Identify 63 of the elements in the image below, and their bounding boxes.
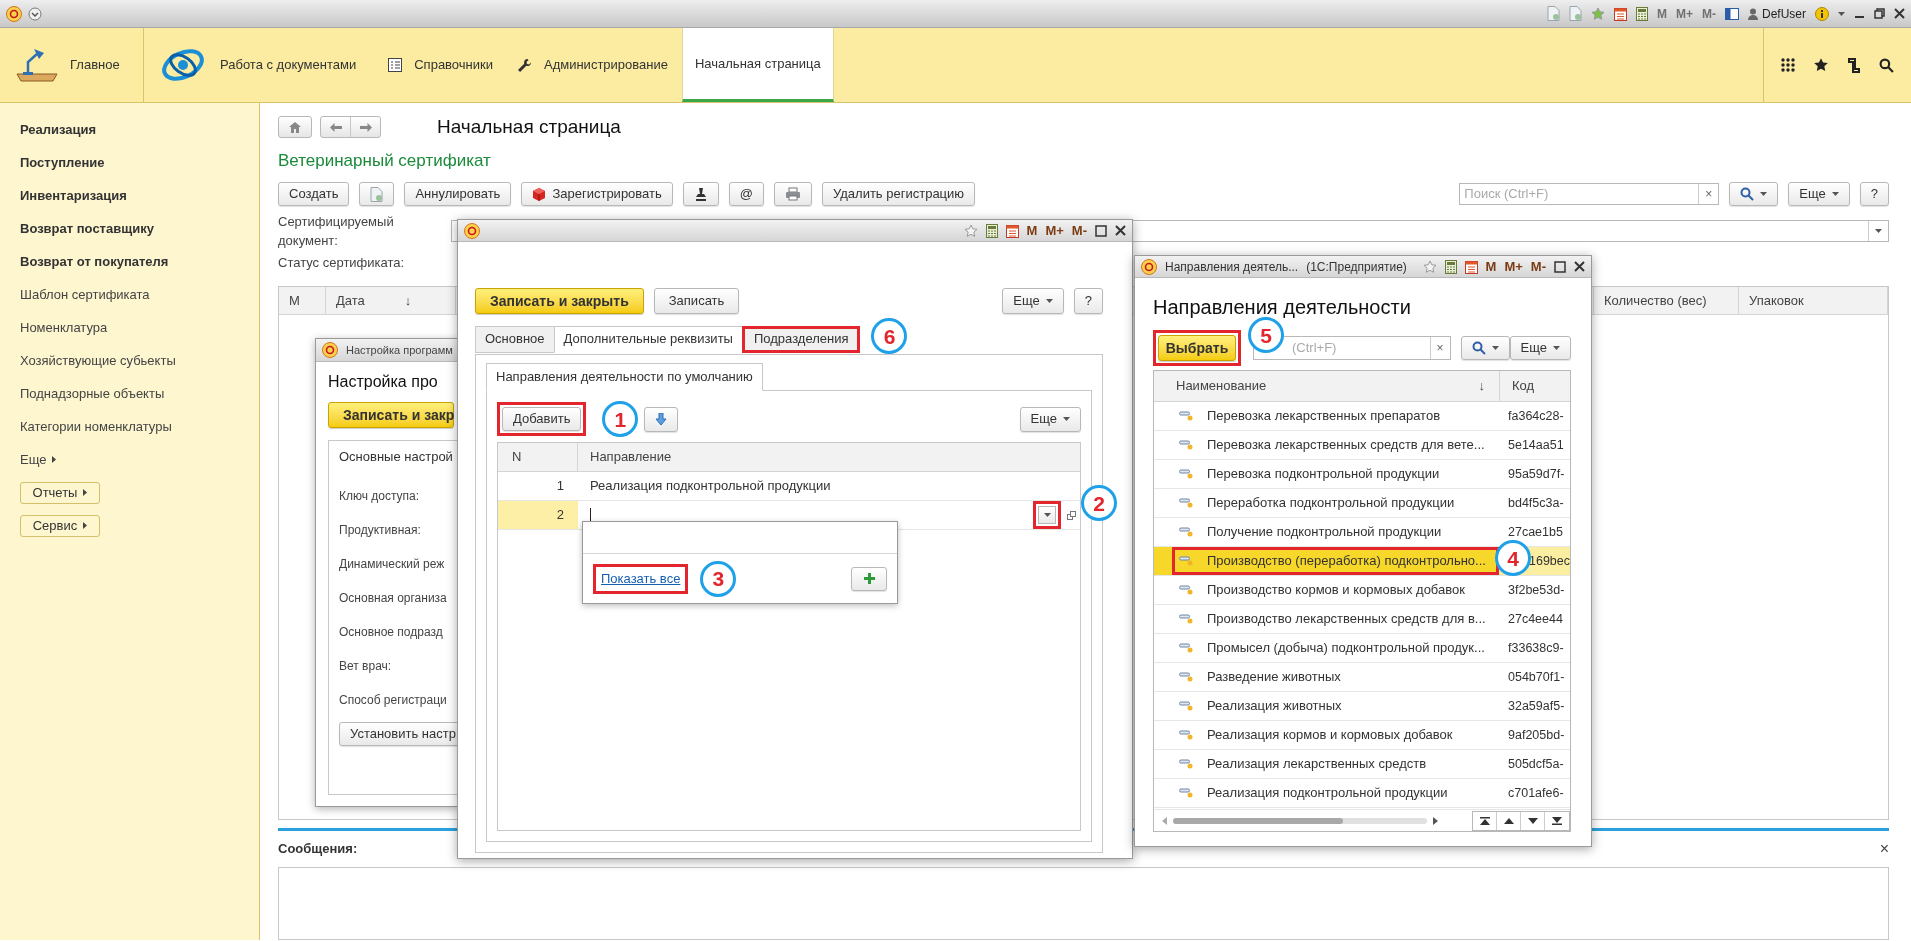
field-label: Основная организа xyxy=(339,589,447,606)
table-cell-text: 3f2be53d- xyxy=(1508,581,1565,599)
field-label: Ключ доступа: xyxy=(339,487,420,504)
step-marker: 3 xyxy=(700,560,737,597)
item-name: Перевозка подконтрольной продукции xyxy=(1207,465,1440,484)
item-name: Перевозка лекарственных препаратов xyxy=(1207,407,1441,426)
nav-label: Администрирование xyxy=(544,56,668,75)
table-cell-text: 95a59d7f- xyxy=(1508,465,1565,483)
field-label: Продуктивная: xyxy=(339,521,421,538)
field-label: Основное подразд xyxy=(339,623,443,640)
step-marker: 2 xyxy=(1081,485,1117,521)
step-marker: 5 xyxy=(1248,317,1284,353)
field-label: Динамический реж xyxy=(339,555,445,572)
form-title: Ветеринарный сертификат xyxy=(278,150,492,172)
item-name: Реализация лекарственных средств xyxy=(1207,755,1427,774)
item-name: Получение подконтрольной продукции xyxy=(1207,523,1442,542)
table-cell-text: fa364c28- xyxy=(1508,407,1564,425)
search-placeholder: Поиск (Ctrl+F) xyxy=(1463,185,1550,204)
step-marker: 4 xyxy=(1495,540,1531,576)
field-label: Сертифицируемый документ: xyxy=(278,212,395,250)
item-name: Промысел (добыча) подконтрольной продук... xyxy=(1207,639,1485,658)
messages-title: Сообщения: xyxy=(278,840,358,859)
table-cell-text: f33638c9- xyxy=(1508,639,1564,657)
sort-arrow: ↓ xyxy=(404,291,412,310)
item-name: Переработка подконтрольной продукции xyxy=(1207,494,1455,513)
table-cell-text: c701afe6- xyxy=(1508,784,1564,802)
field-label: Вет врач: xyxy=(339,657,392,674)
item-name: Реализация животных xyxy=(1207,697,1342,716)
table-cell-text: 9af205bd- xyxy=(1508,726,1565,744)
form-heading: Настройка про xyxy=(328,372,438,392)
table-cell-text: 505dcf5a- xyxy=(1508,755,1564,773)
item-name: Производство (переработка) подконтрольно... xyxy=(1207,552,1486,571)
field-label: Способ регистраци xyxy=(339,691,447,708)
search-placeholder: (Ctrl+F) xyxy=(1292,339,1337,358)
nav-label: Работа с документами xyxy=(220,56,357,75)
table-cell: 2 xyxy=(498,501,578,529)
item-name: Производство лекарственных средств для в... xyxy=(1207,610,1486,629)
item-name: Разведение животных xyxy=(1207,668,1341,687)
table-cell-text: 054b70f1- xyxy=(1508,668,1565,686)
step-marker: 1 xyxy=(602,401,639,437)
item-name: Перевозка лекарственных средств для вете... xyxy=(1207,436,1485,455)
table-cell-text: 27cae1b5 xyxy=(1508,523,1563,541)
sort-arrow: ↓ xyxy=(1478,377,1485,396)
nav-label: Главное xyxy=(70,56,120,75)
table-cell-text: bd4f5c3a- xyxy=(1508,494,1564,512)
table-cell-text: 1 xyxy=(555,477,565,496)
field-label: Статус сертификата: xyxy=(278,254,405,273)
table-cell-text: 5e14aa51 xyxy=(1508,436,1564,454)
item-name: Реализация подконтрольной продукции xyxy=(1207,784,1448,803)
table-cell-text: 32a59af5- xyxy=(1508,697,1565,715)
table-cell-text: Реализация подконтрольной продукции xyxy=(589,477,832,496)
window-title: Направления деятель... xyxy=(1165,258,1299,276)
table-cell-text: 27c4ee44 xyxy=(1508,610,1563,628)
window-subtitle: (1С:Предприятие) xyxy=(1306,258,1407,276)
page-title: Начальная страница xyxy=(437,114,621,139)
item-name: Производство кормов и кормовых добавок xyxy=(1207,581,1465,600)
step-marker: 6 xyxy=(871,318,908,354)
column-title: Наименование xyxy=(1176,377,1267,396)
window-title: Настройка программ xyxy=(346,342,453,358)
nav-label: Справочники xyxy=(414,56,493,75)
form-heading: Направления деятельности xyxy=(1153,295,1412,320)
table-cell-text: 169bec xyxy=(1529,552,1570,570)
item-name: Реализация кормов и кормовых добавок xyxy=(1207,726,1453,745)
